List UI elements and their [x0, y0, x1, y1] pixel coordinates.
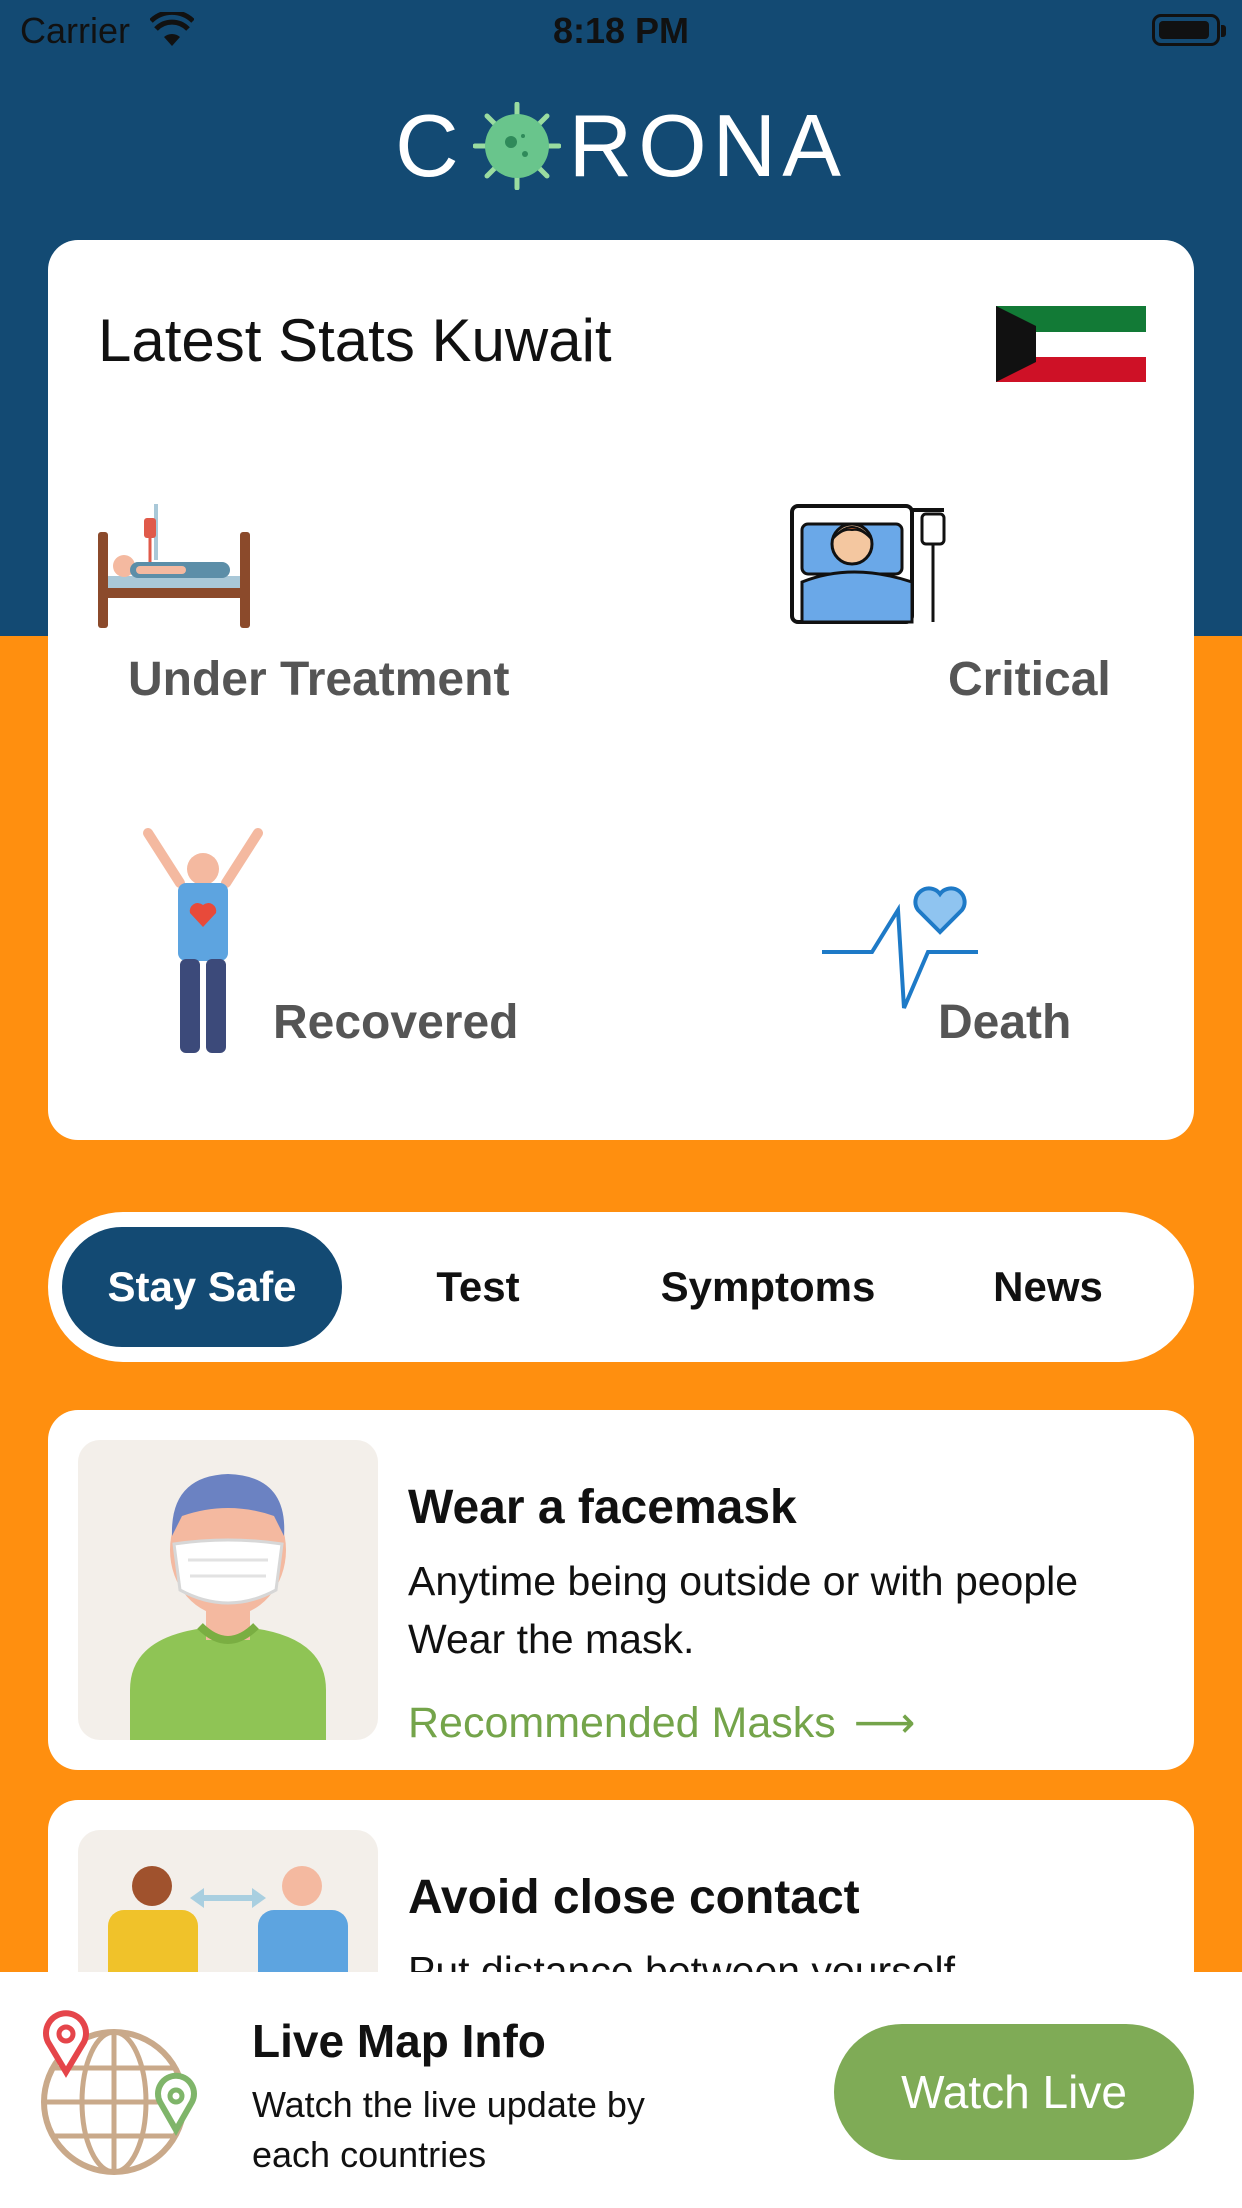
app-logo: C RONA: [0, 96, 1242, 196]
live-map-description: Watch the live update by each countries: [252, 2084, 645, 2175]
status-bar: Carrier 8:18 PM: [0, 0, 1242, 62]
recommended-masks-link[interactable]: Recommended Masks ⟶: [408, 1698, 915, 1748]
tip-title: Wear a facemask: [408, 1481, 797, 1534]
facemask-person-icon: [78, 1440, 378, 1740]
kuwait-flag-icon: [996, 306, 1146, 382]
patient-in-bed-icon: [790, 504, 946, 624]
stat-label: Recovered: [273, 996, 519, 1049]
stats-title: Latest Stats Kuwait: [98, 307, 612, 374]
hospital-bed-icon: [98, 504, 250, 628]
tab-test[interactable]: Test: [378, 1227, 578, 1347]
stat-death[interactable]: Death: [820, 880, 1190, 1120]
logo-text-left: C: [395, 96, 465, 195]
watch-live-button[interactable]: Watch Live: [834, 2024, 1194, 2160]
status-time: 8:18 PM: [552, 10, 690, 51]
tab-news[interactable]: News: [948, 1227, 1148, 1347]
category-tabs: Stay Safe Test Symptoms News: [48, 1212, 1194, 1362]
globe-pin-icon: [41, 2010, 197, 2175]
live-map-title: Live Map Info: [252, 2015, 546, 2067]
live-map-bar: Live Map Info Watch the live update by e…: [0, 1972, 1242, 2208]
recovered-person-icon: [143, 828, 263, 1053]
logo-text-right: RONA: [568, 96, 847, 195]
link-label: Recommended Masks: [408, 1699, 836, 1747]
stat-label: Under Treatment: [128, 653, 510, 706]
battery-icon: [1152, 14, 1226, 46]
stat-critical[interactable]: Critical: [788, 500, 1188, 760]
stat-label: Critical: [948, 653, 1111, 706]
tip-title: Avoid close contact: [408, 1871, 860, 1924]
arrow-right-icon: ⟶: [853, 1699, 916, 1747]
tab-symptoms[interactable]: Symptoms: [618, 1227, 918, 1347]
tip-description: Anytime being outside or with people Wea…: [408, 1558, 1079, 1662]
stats-card: Latest Stats Kuwait Under Treatment Crit…: [48, 240, 1194, 1140]
virus-icon: [472, 102, 561, 190]
stat-label: Death: [938, 996, 1072, 1049]
stat-recovered[interactable]: Recovered: [138, 825, 658, 1115]
tab-stay-safe[interactable]: Stay Safe: [62, 1227, 342, 1347]
stat-under-treatment[interactable]: Under Treatment: [88, 500, 608, 760]
tip-card-facemask[interactable]: Wear a facemask Anytime being outside or…: [48, 1410, 1194, 1770]
